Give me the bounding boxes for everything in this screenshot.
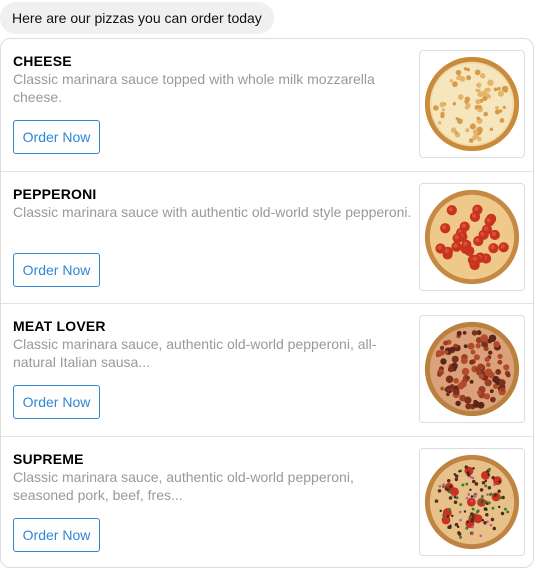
pizza-card-list: CHEESE Classic marinara sauce topped wit… bbox=[0, 38, 534, 568]
pizza-card-meat-lover: MEAT LOVER Classic marinara sauce, authe… bbox=[1, 304, 533, 437]
meat-lover-pizza-icon bbox=[424, 321, 520, 417]
pepperoni-pizza-image[interactable] bbox=[419, 182, 525, 291]
cheese-pizza-image[interactable] bbox=[419, 50, 525, 158]
pizza-description: Classic marinara sauce topped with whole… bbox=[13, 71, 375, 105]
pizza-card-cheese: CHEESE Classic marinara sauce topped wit… bbox=[1, 39, 533, 172]
pizza-title: CHEESE bbox=[13, 53, 72, 69]
meat-lover-pizza-image[interactable] bbox=[419, 315, 525, 423]
pizza-description: Classic marinara sauce, authentic old-wo… bbox=[13, 468, 354, 503]
pizza-title: MEAT LOVER bbox=[13, 318, 106, 334]
order-now-button[interactable]: Order Now bbox=[13, 252, 100, 287]
order-now-button[interactable]: Order Now bbox=[13, 120, 100, 154]
pizza-description: Classic marinara sauce, authentic old-wo… bbox=[13, 336, 377, 370]
pizza-card-pepperoni: PEPPERONI Classic marinara sauce with au… bbox=[1, 172, 533, 304]
supreme-pizza-icon bbox=[424, 454, 520, 549]
chat-message-bubble: Here are our pizzas you can order today bbox=[0, 2, 274, 34]
order-now-button[interactable]: Order Now bbox=[13, 517, 100, 552]
pizza-title: PEPPERONI bbox=[13, 185, 97, 202]
cheese-pizza-icon bbox=[424, 56, 520, 152]
pepperoni-pizza-icon bbox=[424, 189, 520, 284]
pizza-card-supreme: SUPREME Classic marinara sauce, authenti… bbox=[1, 437, 533, 568]
pizza-description: Classic marinara sauce with authentic ol… bbox=[13, 203, 412, 220]
pizza-title: SUPREME bbox=[13, 450, 84, 467]
chat-message-text: Here are our pizzas you can order today bbox=[12, 10, 262, 26]
supreme-pizza-image[interactable] bbox=[419, 447, 525, 556]
order-now-button[interactable]: Order Now bbox=[13, 385, 100, 419]
